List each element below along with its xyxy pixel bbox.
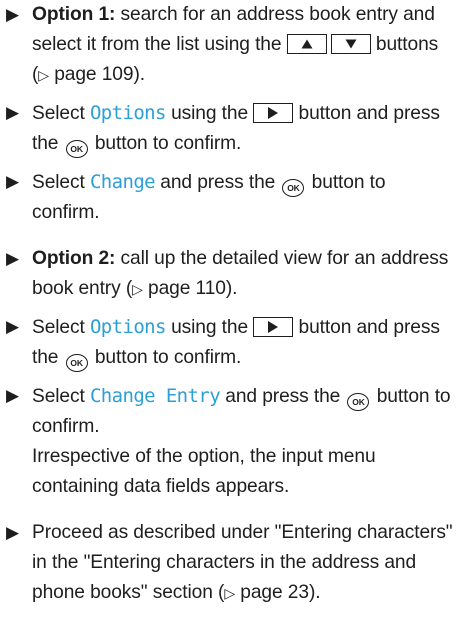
step-arrow-icon: ▶ (6, 523, 19, 542)
triangle-up-icon (301, 39, 313, 49)
instruction-document: ▶ Option 1: search for an address book en… (0, 0, 464, 608)
option-label: Option 1: (32, 4, 116, 25)
right-button-symbol (253, 103, 294, 123)
step-arrow-icon: ▶ (6, 5, 19, 24)
instruction-step-select-options-2: ▶ Select Options using the button and pre… (0, 312, 464, 373)
step-text: and press the (155, 172, 281, 193)
instruction-step-option-2: ▶ Option 2: call up the detailed view for… (0, 244, 464, 304)
step-text: Select (32, 103, 90, 124)
page-reference-arrow-icon: ▷ (132, 281, 143, 297)
page-reference-arrow-icon: ▷ (224, 585, 236, 601)
instruction-step-select-change: ▶ Select Change and press the OK button t… (0, 167, 464, 228)
instruction-step-select-change-entry: ▶ Select Change Entry and press the OK bu… (0, 381, 464, 502)
triangle-down-icon (345, 39, 357, 49)
display-text-options: Options (89, 316, 166, 338)
ok-button-icon: OK (65, 140, 88, 158)
display-text-options: Options (89, 102, 166, 124)
step-arrow-icon: ▶ (6, 103, 19, 122)
page-reference: ▷ page 110 (132, 278, 226, 299)
ok-button-icon: OK (65, 354, 88, 372)
instruction-step-select-options: ▶ Select Options using the button and pre… (0, 98, 464, 159)
step-text: button to confirm. (89, 347, 242, 368)
step-text: using the (165, 317, 254, 338)
step-result-text: Irrespective of the option, the input me… (32, 446, 376, 497)
instruction-step-option-1: ▶ Option 1: search for an address book en… (0, 0, 464, 90)
step-text: Select (32, 317, 90, 338)
step-text: Select (32, 386, 90, 407)
option-label: Option 2: (32, 248, 116, 269)
page-reference: ▷ page 109 (38, 64, 133, 85)
step-text: ). (133, 64, 145, 85)
page-reference-text: page 23 (240, 582, 309, 603)
right-button-symbol (253, 317, 294, 337)
triangle-right-icon (268, 321, 279, 333)
up-button-symbol (286, 34, 327, 54)
ok-button-icon: OK (282, 179, 305, 197)
step-text: using the (165, 103, 254, 124)
step-arrow-icon: ▶ (6, 249, 19, 268)
step-arrow-icon: ▶ (6, 172, 19, 191)
display-text-change-entry: Change Entry (89, 385, 221, 407)
triangle-right-icon (268, 107, 279, 119)
page-reference: ▷ page 23 (224, 582, 309, 603)
instruction-step-proceed: ▶ Proceed as described under "Entering ch… (0, 518, 464, 608)
step-text: button to confirm. (89, 133, 242, 154)
page-reference-arrow-icon: ▷ (38, 67, 49, 83)
ok-button-icon: OK (347, 393, 370, 411)
step-arrow-icon: ▶ (6, 317, 19, 336)
step-text: Select (32, 172, 90, 193)
step-text: ). (308, 582, 321, 603)
display-text-change: Change (89, 171, 156, 193)
down-button-symbol (330, 34, 371, 54)
step-text: ). (225, 278, 238, 299)
page-reference-text: page 110 (148, 278, 226, 299)
step-arrow-icon: ▶ (6, 386, 19, 405)
step-text: and press the (220, 386, 346, 407)
page-reference-text: page 109 (54, 64, 134, 85)
